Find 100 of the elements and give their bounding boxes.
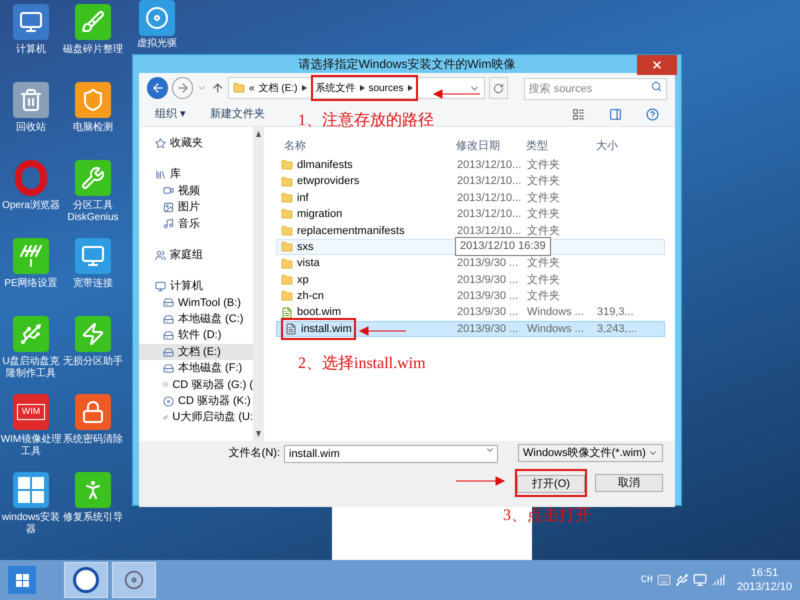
cd-icon xyxy=(163,396,174,407)
drive-icon xyxy=(163,297,174,308)
file-name: sxs xyxy=(297,240,314,255)
help-icon xyxy=(646,108,659,121)
nav-item[interactable]: 本地磁盘 (C:) xyxy=(139,311,253,328)
annotation-arrow xyxy=(358,326,408,336)
folder-icon xyxy=(281,290,293,302)
address-bar[interactable]: « 文档 (E:) 系统文件 sources xyxy=(228,77,485,99)
folder-icon xyxy=(281,176,293,188)
folder-icon xyxy=(281,241,293,254)
file-row[interactable]: zh-cn 2013/9/30 ... 文件夹 xyxy=(276,288,665,305)
desktop-icon-label[interactable]: 回收站 xyxy=(0,122,62,134)
file-date: 2013/12/10... xyxy=(457,158,522,171)
nav-item[interactable]: CD 驱动器 (K:) xyxy=(139,393,253,410)
file-row[interactable]: vista 2013/9/30 ... 文件夹 xyxy=(276,255,665,272)
desktop-icon-label[interactable]: 系统密码清除 xyxy=(62,434,124,446)
computer-icon xyxy=(155,281,166,292)
windows-logo-icon xyxy=(18,477,44,503)
file-row[interactable]: install.wim 2013/9/30 ... Windows ... 3,243,... xyxy=(276,320,665,338)
nav-item[interactable]: 库 xyxy=(139,166,253,183)
file-size: 319,3... xyxy=(597,306,634,318)
close-button[interactable] xyxy=(637,55,677,75)
preview-pane-icon xyxy=(609,108,622,121)
desktop-icon-label[interactable]: 电脑检测 xyxy=(62,122,124,134)
forward-button[interactable] xyxy=(172,77,194,99)
nav-item[interactable]: 文档 (E:) xyxy=(139,344,253,360)
file-type-dropdown[interactable]: Windows映像文件(*.wim) xyxy=(518,444,663,462)
keyboard-icon xyxy=(656,573,671,587)
desktop-icon-label[interactable]: PE网络设置 xyxy=(0,278,62,290)
desktop-icon-label[interactable]: WIM镜像处理工具 xyxy=(0,434,62,458)
desktop-icon-label[interactable]: U盘启动盘克隆制作工具 xyxy=(0,356,62,380)
desktop-icon-label[interactable]: 无损分区助手 xyxy=(62,356,124,368)
breadcrumb-segment[interactable]: sources xyxy=(368,80,404,96)
file-row[interactable]: etwproviders 2013/12/10... 文件夹 xyxy=(276,173,665,190)
file-row[interactable]: boot.wim 2013/9/30 ... Windows ... 319,3... xyxy=(276,304,665,321)
nav-item[interactable]: 计算机 xyxy=(139,278,253,295)
file-row[interactable]: dlmanifests 2013/12/10... 文件夹 xyxy=(276,157,665,174)
computer-icon xyxy=(19,10,43,34)
file-name: replacementmanifests xyxy=(297,224,405,239)
desktop-icon-label[interactable]: Opera浏览器 xyxy=(0,200,62,212)
library-icon xyxy=(155,169,166,180)
nav-item[interactable]: 音乐 xyxy=(139,216,253,232)
file-row[interactable]: migration 2013/12/10... 文件夹 xyxy=(276,206,665,223)
column-header[interactable]: 名称 xyxy=(276,138,452,154)
nav-item[interactable]: 视频 xyxy=(139,182,253,200)
toolbar-button[interactable]: 组织 ▾ xyxy=(155,106,186,123)
antenna-icon xyxy=(19,244,43,268)
nav-item[interactable]: 图片 xyxy=(139,199,253,216)
taskbar-app-button[interactable] xyxy=(112,562,156,598)
column-header[interactable]: 类型 xyxy=(522,138,592,154)
ring-icon xyxy=(73,567,99,593)
file-date: 2013/12/10... xyxy=(457,224,522,237)
close-icon xyxy=(651,59,663,71)
refresh-icon xyxy=(492,82,504,94)
chevron-icon xyxy=(408,85,413,91)
file-row[interactable]: inf 2013/12/10... 文件夹 xyxy=(276,190,665,206)
desktop-icon-label[interactable]: 分区工具 DiskGenius xyxy=(62,200,124,224)
taskbar-app-button[interactable] xyxy=(64,562,108,598)
annotation-arrow xyxy=(432,89,482,99)
search-field[interactable]: 搜索 sources xyxy=(524,78,667,100)
column-header[interactable]: 修改日期 xyxy=(452,138,522,154)
nav-item[interactable]: 本地磁盘 (F:) xyxy=(139,360,253,377)
dialog-button[interactable]: 取消 xyxy=(595,474,663,492)
file-date: 2013/9/30 ... xyxy=(457,290,518,302)
toolbar-button[interactable]: 新建文件夹 xyxy=(210,106,266,123)
clock-time: 16:51 xyxy=(750,566,778,580)
back-button[interactable] xyxy=(147,77,168,99)
desktop-icon-label[interactable]: 虚拟光驱 xyxy=(137,38,177,50)
windows-logo-icon xyxy=(16,574,28,586)
dialog-button[interactable]: 打开(O) xyxy=(517,474,585,493)
nav-item[interactable]: 收藏夹 xyxy=(139,135,253,152)
start-button[interactable] xyxy=(8,566,36,594)
desktop-icon-label[interactable]: 宽带连接 xyxy=(62,278,124,290)
folder-icon xyxy=(281,224,293,237)
desktop-icon-label[interactable]: 磁盘碎片整理 xyxy=(62,44,124,56)
clock-date: 2013/12/10 xyxy=(736,580,792,594)
filename-field[interactable]: install.wim xyxy=(284,444,498,463)
breadcrumb-segment[interactable]: 系统文件 xyxy=(316,80,356,96)
drive-icon xyxy=(163,362,174,374)
refresh-button[interactable] xyxy=(488,77,508,99)
chevron-icon xyxy=(302,85,306,91)
file-date: 2013/9/30 ... xyxy=(457,306,518,318)
file-name: boot.wim xyxy=(297,305,342,320)
up-arrow-icon xyxy=(210,81,224,95)
folder-icon xyxy=(281,159,293,172)
nav-item[interactable]: 家庭组 xyxy=(139,246,253,264)
column-header[interactable]: 大小 xyxy=(592,138,632,154)
desktop-icon-label[interactable]: windows安装器 xyxy=(0,512,62,536)
file-row[interactable]: replacementmanifests 2013/12/10... 文件夹 xyxy=(276,222,665,239)
nav-item[interactable]: CD 驱动器 (G:) ( xyxy=(139,376,253,394)
desktop-icon-label[interactable]: 修复系统引导 xyxy=(62,512,124,524)
nav-item[interactable]: WimTool (B:) xyxy=(139,294,253,312)
file-row[interactable]: xp 2013/9/30 ... 文件夹 xyxy=(276,272,665,288)
file-name: vista xyxy=(297,256,320,272)
nav-item[interactable]: 软件 (D:) xyxy=(139,328,253,344)
nav-item[interactable]: U大师启动盘 (U: xyxy=(139,409,253,426)
desktop-icon-label[interactable]: 计算机 xyxy=(0,44,62,56)
file-type: Windows ... xyxy=(527,322,584,335)
breadcrumb-segment[interactable]: 文档 (E:) xyxy=(258,80,298,96)
window-title: 请选择指定Windows安装文件的Wim映像 xyxy=(298,56,516,73)
